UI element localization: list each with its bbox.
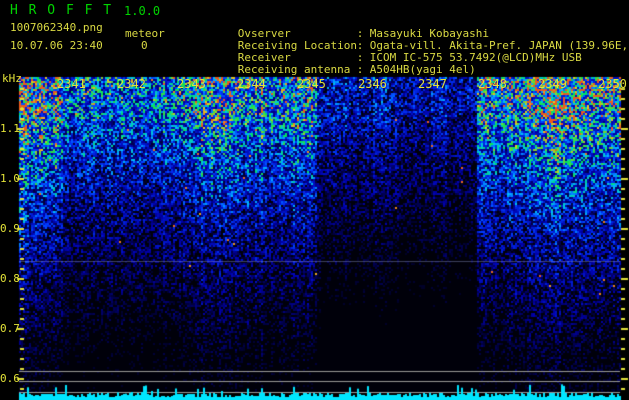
- hrofft-screen: H R O F F T 1.0.0 1007062340.png meteor …: [0, 0, 629, 400]
- spectrogram-canvas: [0, 0, 629, 400]
